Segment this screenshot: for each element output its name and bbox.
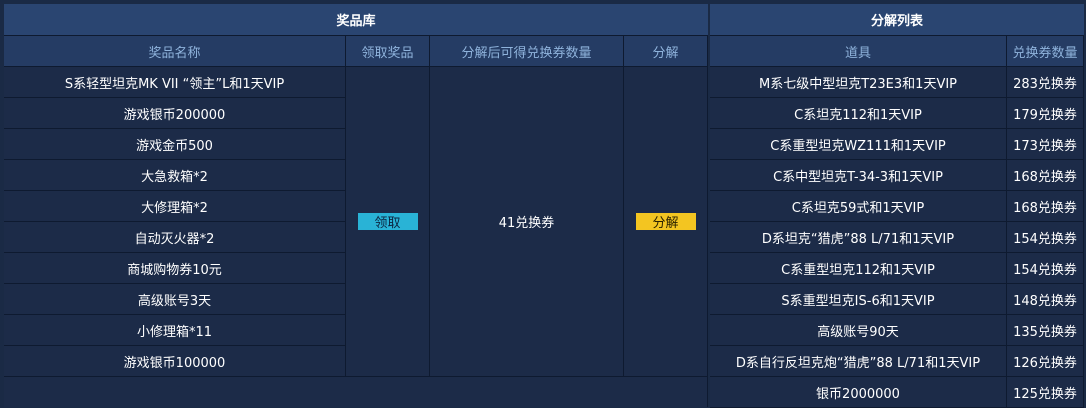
decompose-item-vouchers: 126兑换券 — [1007, 346, 1084, 377]
decompose-item-name: C系中型坦克T-34-3和1天VIP — [710, 160, 1007, 191]
prize-item: 自动灭火器*2 — [4, 222, 346, 253]
decompose-item-name: 银币2000000 — [710, 377, 1007, 408]
decompose-item-name: D系自行反坦克炮“猎虎”88 L/71和1天VIP — [710, 346, 1007, 377]
decompose-item-vouchers: 283兑换券 — [1007, 67, 1084, 98]
decompose-item-vouchers: 179兑换券 — [1007, 98, 1084, 129]
decompose-item-name: C系坦克112和1天VIP — [710, 98, 1007, 129]
header-voucher-count: 兑换券数量 — [1007, 36, 1084, 67]
decompose-item-vouchers: 154兑换券 — [1007, 253, 1084, 284]
decompose-cell: 分解 — [624, 67, 708, 377]
decompose-item-name: D系坦克“猎虎”88 L/71和1天VIP — [710, 222, 1007, 253]
decompose-item-vouchers: 125兑换券 — [1007, 377, 1084, 408]
decompose-item-name: M系七级中型坦克T23E3和1天VIP — [710, 67, 1007, 98]
prize-item: 游戏银币200000 — [4, 98, 346, 129]
prize-item: 高级账号3天 — [4, 284, 346, 315]
prize-item: 游戏银币100000 — [4, 346, 346, 377]
decompose-list-title: 分解列表 — [710, 4, 1084, 36]
decompose-list-panel: 分解列表 道具 兑换券数量 M系七级中型坦克T23E3和1天VIP 283兑换券 C… — [710, 4, 1084, 408]
claim-button[interactable]: 领取 — [357, 213, 418, 231]
header-decompose: 分解 — [624, 36, 708, 67]
decompose-item-vouchers: 168兑换券 — [1007, 191, 1084, 222]
decompose-button[interactable]: 分解 — [635, 213, 696, 231]
header-claim-prize: 领取奖品 — [346, 36, 430, 67]
vouchers-value: 41兑换券 — [430, 67, 624, 377]
prize-item: S系轻型坦克MK VII “领主”L和1天VIP — [4, 67, 346, 98]
header-vouchers-after-decompose: 分解后可得兑换券数量 — [430, 36, 624, 67]
decompose-item-name: 高级账号90天 — [710, 315, 1007, 346]
decompose-item-name: C系重型坦克WZ111和1天VIP — [710, 129, 1007, 160]
prize-item: 大急救箱*2 — [4, 160, 346, 191]
prize-pool-panel: 奖品库 奖品名称 领取奖品 分解后可得兑换券数量 分解 S系轻型坦克MK VII… — [4, 4, 708, 407]
prize-pool-footer — [4, 377, 708, 407]
decompose-item-name: C系重型坦克112和1天VIP — [710, 253, 1007, 284]
prize-item: 商城购物券10元 — [4, 253, 346, 284]
prize-item: 游戏金币500 — [4, 129, 346, 160]
claim-cell: 领取 — [346, 67, 430, 377]
decompose-item-name: S系重型坦克IS-6和1天VIP — [710, 284, 1007, 315]
decompose-item-name: C系坦克59式和1天VIP — [710, 191, 1007, 222]
decompose-item-vouchers: 135兑换券 — [1007, 315, 1084, 346]
header-item: 道具 — [710, 36, 1007, 67]
decompose-item-vouchers: 154兑换券 — [1007, 222, 1084, 253]
header-prize-name: 奖品名称 — [4, 36, 346, 67]
prize-item: 大修理箱*2 — [4, 191, 346, 222]
decompose-item-vouchers: 148兑换券 — [1007, 284, 1084, 315]
prize-item: 小修理箱*11 — [4, 315, 346, 346]
decompose-item-vouchers: 168兑换券 — [1007, 160, 1084, 191]
prize-pool-title: 奖品库 — [4, 4, 708, 36]
decompose-item-vouchers: 173兑换券 — [1007, 129, 1084, 160]
